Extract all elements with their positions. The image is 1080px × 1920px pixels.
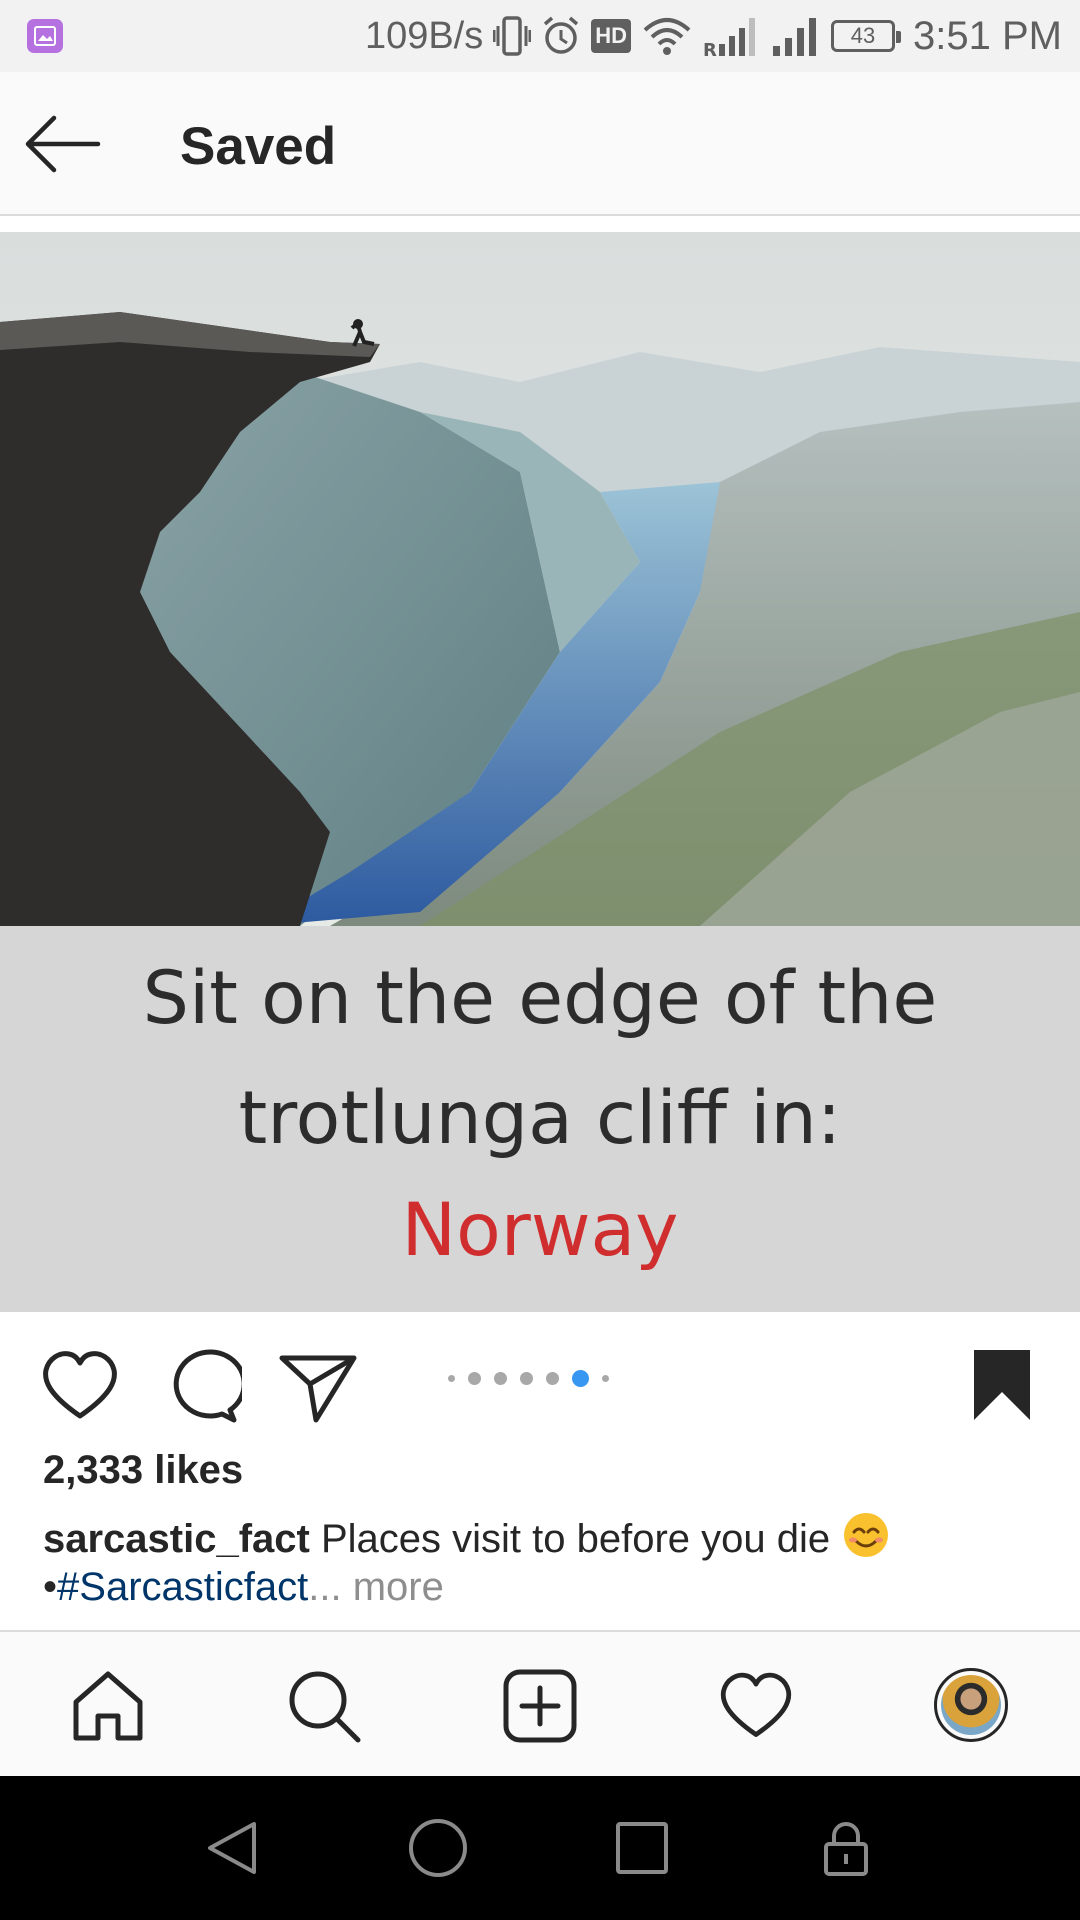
home-circle-icon (409, 1819, 467, 1877)
post-caption: sarcastic_fact Places visit to before yo… (43, 1510, 891, 1562)
smiling-face-emoji (844, 1513, 889, 1557)
nav-search-button[interactable] (284, 1666, 364, 1746)
image-text-panel: Sit on the edge of the trotlunga cliff i… (0, 926, 1080, 1312)
carousel-dot (546, 1372, 559, 1385)
gallery-notification-icon (27, 19, 63, 53)
comment-button[interactable] (158, 1344, 247, 1428)
clock: 3:51 PM (913, 13, 1062, 58)
top-app-bar: Saved (0, 72, 1080, 216)
carousel-dot (468, 1372, 481, 1385)
more-link[interactable]: more (353, 1565, 444, 1609)
network-speed: 109B/s (364, 14, 484, 57)
nav-activity-button[interactable] (716, 1666, 796, 1746)
signal-icon (773, 18, 817, 56)
search-icon (289, 1671, 361, 1743)
ellipsis: ... (308, 1565, 342, 1609)
fjord-cliff-photo (0, 232, 1080, 926)
carousel-dot (448, 1375, 455, 1382)
hd-badge-icon: HD (591, 19, 632, 53)
image-text-line2: trotlunga cliff in: (238, 1076, 842, 1161)
status-bar: 109B/s HD R 43 3:51 PM (0, 0, 1080, 72)
add-post-icon (503, 1669, 577, 1743)
back-button[interactable] (24, 108, 120, 180)
recents-square-icon (616, 1822, 668, 1874)
bookmark-filled-icon (974, 1350, 1030, 1420)
battery-icon: 43 (831, 20, 902, 52)
send-icon (279, 1355, 357, 1423)
carousel-indicator (448, 1370, 609, 1387)
image-text-line3: Norway (401, 1188, 679, 1273)
carousel-dot (520, 1372, 533, 1385)
nav-home-button[interactable] (68, 1666, 148, 1746)
caption-bullet: • (43, 1565, 58, 1609)
lock-icon (824, 1822, 868, 1876)
share-button[interactable] (276, 1344, 360, 1428)
system-recents-button[interactable] (610, 1816, 674, 1880)
carousel-dot-active (572, 1370, 589, 1387)
like-count[interactable]: 2,333 likes (43, 1448, 243, 1493)
heart-icon (43, 1351, 117, 1419)
carousel-dot (494, 1372, 507, 1385)
nav-add-post-button[interactable] (500, 1666, 580, 1746)
caption-text: Places visit to before you die (320, 1517, 831, 1561)
system-navigation-bar (0, 1776, 1080, 1920)
post-image[interactable]: Sit on the edge of the trotlunga cliff i… (0, 232, 1080, 1312)
home-icon (73, 1671, 143, 1741)
alarm-icon (544, 16, 579, 54)
svg-text:R: R (703, 40, 717, 58)
avatar-image (941, 1675, 1001, 1735)
carousel-dot (602, 1375, 609, 1382)
back-arrow-icon (25, 115, 101, 173)
signal-roaming-icon: R (703, 18, 756, 58)
comment-icon (173, 1349, 247, 1423)
profile-avatar[interactable] (934, 1668, 1008, 1742)
activity-heart-icon (720, 1672, 792, 1737)
page-title: Saved (180, 117, 337, 176)
caption-continued: •#Sarcasticfact... more (43, 1565, 444, 1610)
bottom-navigation (0, 1630, 1080, 1776)
save-button[interactable] (960, 1344, 1044, 1428)
wifi-icon (643, 18, 691, 55)
back-triangle-icon (208, 1822, 256, 1874)
system-lock-button[interactable] (814, 1816, 878, 1880)
vibrate-icon (493, 16, 532, 56)
system-back-button[interactable] (202, 1816, 266, 1880)
image-text-line1: Sit on the edge of the (142, 956, 938, 1041)
status-indicators: 109B/s HD R 43 3:51 PM (365, 0, 1062, 72)
caption-username[interactable]: sarcastic_fact (43, 1517, 310, 1561)
like-button[interactable] (38, 1344, 122, 1428)
hashtag-link[interactable]: #Sarcasticfact (57, 1565, 308, 1609)
system-home-button[interactable] (406, 1816, 470, 1880)
